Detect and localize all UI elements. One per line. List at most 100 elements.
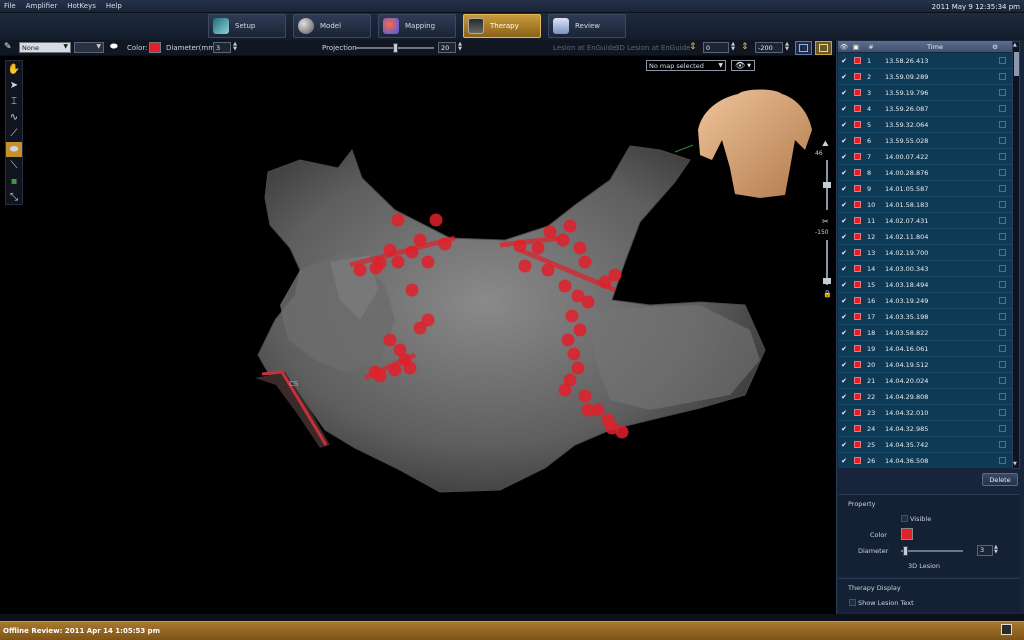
projection-spinner[interactable]: ▲ ▼ bbox=[457, 42, 463, 53]
lesion-marker[interactable] bbox=[393, 343, 407, 357]
lesion-color-swatch[interactable] bbox=[854, 313, 861, 320]
lesion-tool-icon[interactable]: ⬬ bbox=[6, 142, 22, 157]
table-row[interactable]: ✔ 11 14.02.07.431 bbox=[838, 213, 1012, 229]
lesion-marker[interactable] bbox=[565, 309, 579, 323]
check-icon[interactable]: ✔ bbox=[838, 249, 850, 257]
table-row[interactable]: ✔ 3 13.59.19.796 bbox=[838, 85, 1012, 101]
lesion-marker[interactable] bbox=[391, 213, 405, 227]
row-checkbox[interactable] bbox=[999, 217, 1006, 224]
lesion-color-swatch[interactable] bbox=[854, 73, 861, 80]
table-row[interactable]: ✔ 26 14.04.36.508 bbox=[838, 453, 1012, 468]
scrollbar-thumb[interactable] bbox=[1014, 52, 1019, 76]
row-checkbox[interactable] bbox=[999, 89, 1006, 96]
lesion-color-swatch[interactable] bbox=[854, 425, 861, 432]
check-icon[interactable]: ✔ bbox=[838, 105, 850, 113]
check-icon[interactable]: ✔ bbox=[838, 297, 850, 305]
table-row[interactable]: ✔ 21 14.04.20.024 bbox=[838, 373, 1012, 389]
table-row[interactable]: ✔ 20 14.04.19.512 bbox=[838, 357, 1012, 373]
check-icon[interactable]: ✔ bbox=[838, 137, 850, 145]
curve-tool-icon[interactable]: ∿ bbox=[6, 110, 22, 125]
menu-help[interactable]: Help bbox=[106, 2, 122, 10]
eye-icon[interactable]: 👁 bbox=[838, 43, 850, 51]
lesion-marker[interactable] bbox=[581, 295, 595, 309]
check-icon[interactable]: ✔ bbox=[838, 329, 850, 337]
table-row[interactable]: ✔ 6 13.59.55.028 bbox=[838, 133, 1012, 149]
check-icon[interactable]: ✔ bbox=[838, 377, 850, 385]
table-row[interactable]: ✔ 15 14.03.18.494 bbox=[838, 277, 1012, 293]
check-icon[interactable]: ✔ bbox=[838, 393, 850, 401]
table-row[interactable]: ✔ 25 14.04.35.742 bbox=[838, 437, 1012, 453]
lesion-marker[interactable] bbox=[563, 219, 577, 233]
table-row[interactable]: ✔ 18 14.03.58.822 bbox=[838, 325, 1012, 341]
lesion-color-swatch[interactable] bbox=[854, 249, 861, 256]
table-row[interactable]: ✔ 19 14.04.16.061 bbox=[838, 341, 1012, 357]
diameter-input[interactable]: 3 bbox=[213, 42, 231, 53]
lesion-marker[interactable] bbox=[573, 241, 587, 255]
check-icon[interactable]: ✔ bbox=[838, 153, 850, 161]
lesion-color-swatch[interactable] bbox=[854, 217, 861, 224]
lesion-color-swatch[interactable] bbox=[854, 57, 861, 64]
check-icon[interactable]: ✔ bbox=[838, 313, 850, 321]
lesion-color-swatch[interactable] bbox=[854, 409, 861, 416]
table-row[interactable]: ✔ 1 13.58.26.413 bbox=[838, 53, 1012, 69]
diameter-spinner[interactable]: ▲ ▼ bbox=[232, 42, 238, 53]
row-checkbox[interactable] bbox=[999, 361, 1006, 368]
lesion-marker[interactable] bbox=[391, 255, 405, 269]
lesion-marker[interactable] bbox=[369, 261, 383, 275]
check-icon[interactable]: ✔ bbox=[838, 201, 850, 209]
row-checkbox[interactable] bbox=[999, 265, 1006, 272]
check-icon[interactable]: ✔ bbox=[838, 217, 850, 225]
check-icon[interactable]: ✔ bbox=[838, 425, 850, 433]
delete-button[interactable]: Delete bbox=[982, 473, 1018, 486]
table-row[interactable]: ✔ 10 14.01.58.183 bbox=[838, 197, 1012, 213]
check-icon[interactable]: ✔ bbox=[838, 57, 850, 65]
table-row[interactable]: ✔ 4 13.59.26.087 bbox=[838, 101, 1012, 117]
pointer-tool-icon[interactable]: ➤ bbox=[6, 78, 22, 93]
lesion-color-swatch[interactable] bbox=[854, 137, 861, 144]
row-checkbox[interactable] bbox=[999, 121, 1006, 128]
row-checkbox[interactable] bbox=[999, 249, 1006, 256]
projection-input[interactable]: 20 bbox=[438, 42, 456, 53]
visibility-dropdown[interactable]: 👁 ▼ bbox=[731, 60, 755, 71]
row-checkbox[interactable] bbox=[999, 185, 1006, 192]
row-checkbox[interactable] bbox=[999, 169, 1006, 176]
row-checkbox[interactable] bbox=[999, 297, 1006, 304]
lesion-color-swatch[interactable] bbox=[854, 345, 861, 352]
gear-icon[interactable]: ⚙ bbox=[990, 43, 1000, 51]
lesion-color-swatch[interactable] bbox=[854, 361, 861, 368]
lesion-marker[interactable] bbox=[558, 279, 572, 293]
single-view-button[interactable] bbox=[815, 41, 832, 55]
table-row[interactable]: ✔ 14 14.03.00.343 bbox=[838, 261, 1012, 277]
check-icon[interactable]: ✔ bbox=[838, 457, 850, 465]
lesion-marker[interactable] bbox=[403, 361, 417, 375]
lesion-color-swatch[interactable] bbox=[854, 121, 861, 128]
lesion-color-swatch[interactable] bbox=[854, 457, 861, 464]
row-checkbox[interactable] bbox=[999, 153, 1006, 160]
show-lesion-text-checkbox[interactable] bbox=[849, 599, 856, 606]
tab-review[interactable]: Review bbox=[548, 14, 626, 38]
lesion-marker[interactable] bbox=[413, 321, 427, 335]
line-tool-icon[interactable]: ⌶ bbox=[6, 94, 22, 109]
lesion-marker[interactable] bbox=[561, 333, 575, 347]
map-select[interactable]: No map selected ▼ bbox=[646, 60, 726, 71]
lesion-color-swatch[interactable] bbox=[854, 201, 861, 208]
table-row[interactable]: ✔ 22 14.04.29.808 bbox=[838, 389, 1012, 405]
tab-setup[interactable]: Setup bbox=[208, 14, 286, 38]
lesion-color-swatch[interactable] bbox=[854, 393, 861, 400]
lesion-color-swatch[interactable] bbox=[854, 233, 861, 240]
table-row[interactable]: ✔ 16 14.03.19.249 bbox=[838, 293, 1012, 309]
lesion-marker[interactable] bbox=[429, 213, 443, 227]
color-swatch[interactable] bbox=[149, 42, 161, 53]
scroll-down-icon[interactable]: ▼ bbox=[1013, 461, 1017, 467]
lesion-marker[interactable] bbox=[383, 333, 397, 347]
hand-tool-icon[interactable]: ✋ bbox=[6, 62, 22, 77]
lesion-color-swatch[interactable] bbox=[854, 105, 861, 112]
lesion-color-swatch[interactable] bbox=[854, 153, 861, 160]
row-checkbox[interactable] bbox=[999, 441, 1006, 448]
check-icon[interactable]: ✔ bbox=[838, 73, 850, 81]
tab-therapy[interactable]: Therapy bbox=[463, 14, 541, 38]
table-row[interactable]: ✔ 8 14.00.28.876 bbox=[838, 165, 1012, 181]
check-icon[interactable]: ✔ bbox=[838, 441, 850, 449]
check-icon[interactable]: ✔ bbox=[838, 265, 850, 273]
check-icon[interactable]: ✔ bbox=[838, 185, 850, 193]
